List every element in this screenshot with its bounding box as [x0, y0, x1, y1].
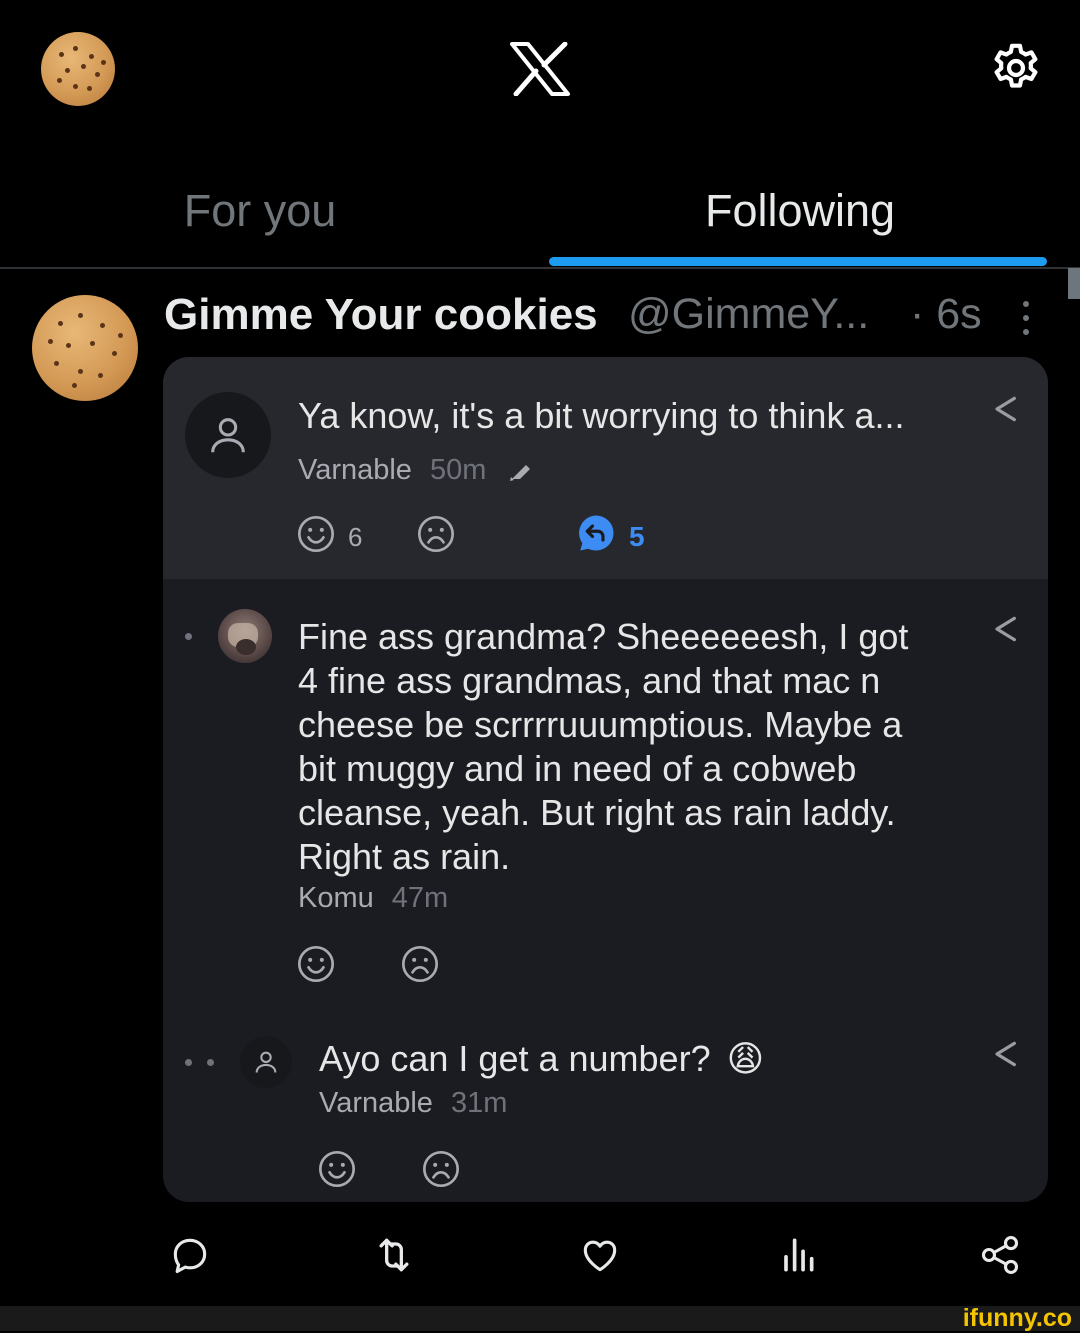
reply1-meta: Komu 47m	[298, 882, 448, 915]
reply2-time: 31m	[450, 1087, 508, 1119]
reply1-time: 47m	[391, 882, 449, 914]
weary-emoji: 😩	[726, 1038, 765, 1079]
reply-count: 5	[629, 521, 645, 552]
thread-depth-dot	[207, 1059, 214, 1066]
x-logo-icon[interactable]	[510, 42, 570, 96]
thread-depth-dot	[185, 633, 192, 640]
post-timestamp: · 6s	[910, 290, 982, 338]
smile-icon[interactable]	[296, 514, 336, 554]
root-comment-text: Ya know, it's a bit worrying to think a.…	[298, 395, 905, 436]
root-comment-meta: Varnable 50m	[298, 454, 486, 487]
reply2-meta: Varnable 31m	[319, 1087, 507, 1120]
tab-for-you[interactable]: For you	[140, 188, 380, 233]
user-icon	[211, 418, 245, 453]
reply1-text: Fine ass grandma? Sheeeeeesh, I got 4 fi…	[298, 616, 909, 877]
retweet-icon[interactable]	[372, 1233, 416, 1277]
reply1-author: Komu	[298, 882, 374, 914]
share-icon[interactable]	[989, 393, 1021, 425]
root-comment-author: Varnable	[298, 454, 412, 486]
share-nodes-icon[interactable]	[978, 1233, 1022, 1277]
tab-following[interactable]: Following	[660, 188, 940, 233]
smile-icon[interactable]	[296, 944, 336, 984]
profile-avatar[interactable]	[41, 32, 115, 106]
active-tab-indicator	[549, 257, 1047, 266]
reply2-text: Ayo can I get a number?	[319, 1038, 711, 1079]
smile-count: 6	[348, 522, 363, 552]
frown-icon[interactable]	[421, 1149, 461, 1189]
thread-depth-dot	[185, 1059, 192, 1066]
tabs-divider	[0, 267, 1080, 269]
embedded-screenshot-card[interactable]: Ya know, it's a bit worrying to think a.…	[163, 357, 1048, 1202]
root-comment-time: 50m	[429, 454, 487, 486]
gear-icon[interactable]	[988, 40, 1044, 96]
share-icon[interactable]	[989, 613, 1021, 645]
frown-icon[interactable]	[400, 944, 440, 984]
reply2-author: Varnable	[319, 1087, 433, 1119]
heart-icon[interactable]	[578, 1233, 622, 1277]
bottom-strip	[0, 1306, 1080, 1331]
kebab-icon[interactable]	[1016, 298, 1036, 338]
post-author-handle[interactable]: @GimmeY...	[628, 290, 869, 339]
views-icon[interactable]	[775, 1233, 819, 1277]
post-author-name[interactable]: Gimme Your cookies	[164, 290, 598, 340]
frown-icon[interactable]	[416, 514, 456, 554]
share-icon[interactable]	[989, 1038, 1021, 1070]
edit-icon	[508, 461, 534, 483]
ifunny-watermark: ifunny.co	[962, 1304, 1072, 1332]
root-author-avatar	[185, 392, 271, 478]
scrollbar[interactable]	[1068, 268, 1080, 299]
reply-bubble-icon[interactable]	[575, 512, 617, 554]
reply2-text-line: Ayo can I get a number? 😩	[319, 1038, 764, 1080]
user-icon	[255, 1051, 277, 1073]
comment-icon[interactable]	[168, 1233, 212, 1277]
post-author-avatar[interactable]	[32, 295, 138, 401]
smile-icon[interactable]	[317, 1149, 357, 1189]
reply2-author-avatar	[240, 1036, 292, 1088]
komu-avatar	[218, 609, 272, 663]
